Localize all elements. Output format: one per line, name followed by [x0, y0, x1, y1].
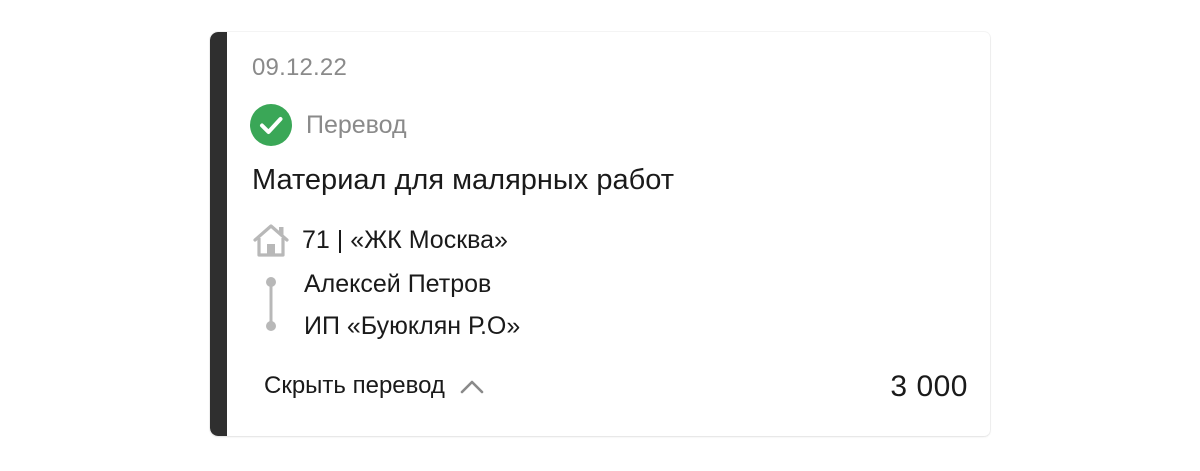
status-row: Перевод: [250, 104, 407, 146]
object-row: 71 | «ЖК Москва»: [252, 220, 508, 260]
transaction-amount: 3 000: [890, 370, 968, 403]
object-label: 71 | «ЖК Москва»: [302, 225, 508, 254]
transaction-card[interactable]: 09.12.22 Перевод Материал для малярных р…: [210, 32, 990, 436]
recipient-name: ИП «Буюклян Р.О»: [304, 312, 521, 340]
route-line-icon: [266, 277, 276, 331]
hide-transfer-toggle[interactable]: Скрыть перевод: [264, 372, 485, 400]
transaction-date: 09.12.22: [252, 54, 348, 81]
check-circle-icon: [250, 104, 292, 146]
status-label: Перевод: [306, 110, 407, 139]
card-accent-bar: [210, 32, 227, 436]
chevron-up-icon: [460, 380, 484, 394]
transaction-title: Материал для малярных работ: [252, 164, 674, 196]
hide-transfer-label: Скрыть перевод: [264, 372, 445, 399]
sender-name: Алексей Петров: [304, 270, 492, 298]
house-icon: [253, 224, 289, 257]
